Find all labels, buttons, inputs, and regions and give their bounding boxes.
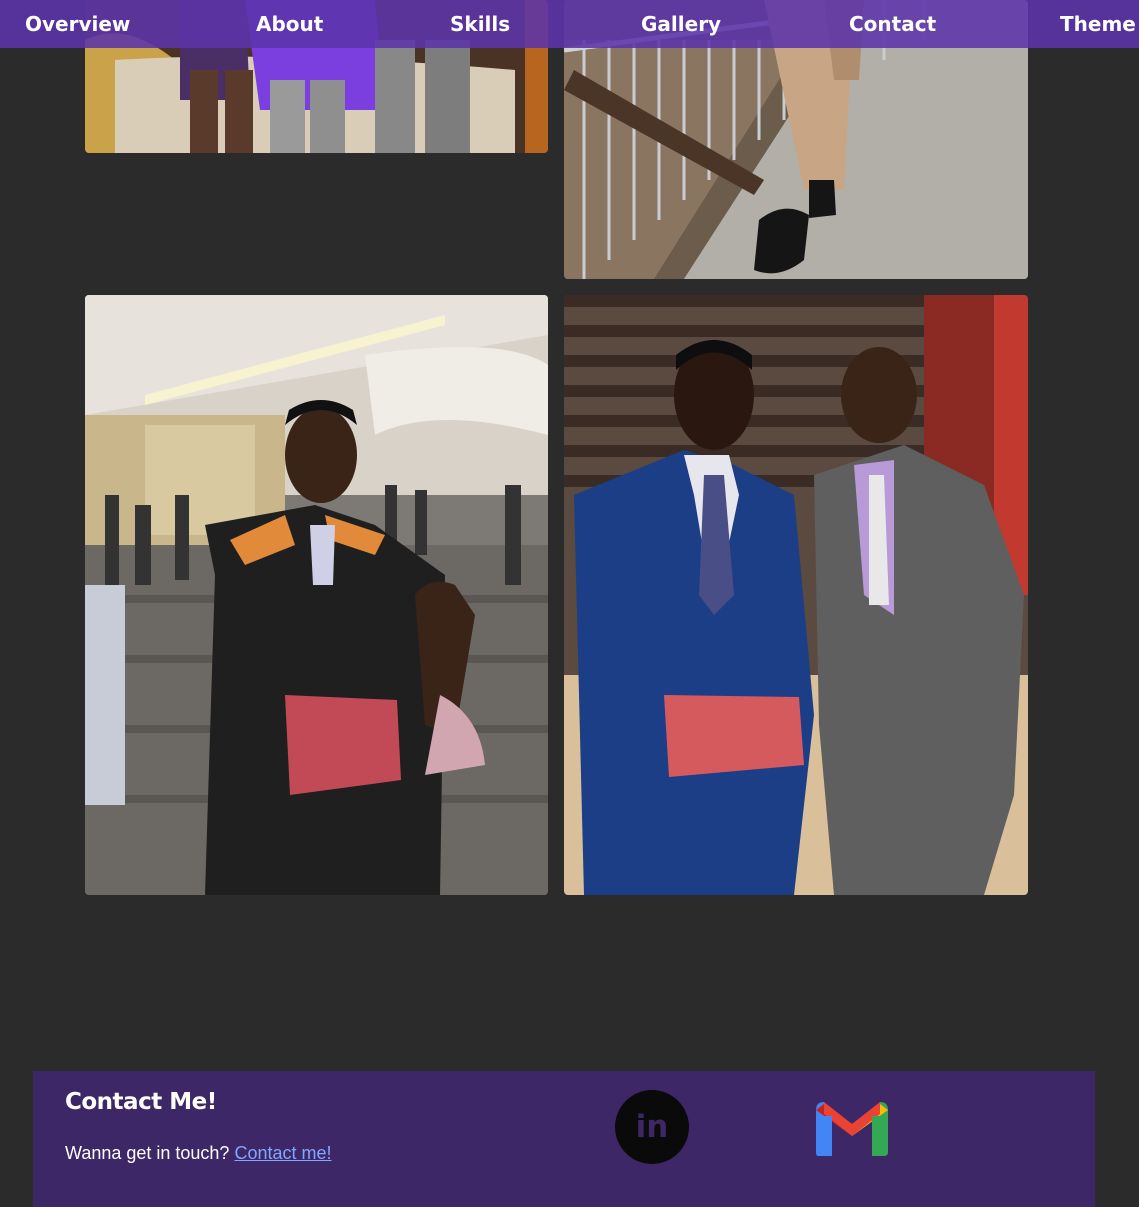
contact-link[interactable]: Contact me! [234, 1143, 331, 1163]
linkedin-button[interactable]: in [615, 1090, 689, 1164]
nav-theme[interactable]: Theme [1060, 0, 1136, 48]
graduation-gown-photo [85, 295, 548, 895]
gmail-icon [816, 1102, 888, 1156]
contact-footer: Contact Me! Wanna get in touch? Contact … [33, 1071, 1095, 1207]
contact-text: Wanna get in touch? Contact me! [65, 1143, 332, 1164]
contact-title: Contact Me! [65, 1089, 217, 1115]
nav-gallery[interactable]: Gallery [641, 0, 721, 48]
graduation-suit-photo [564, 295, 1028, 895]
gmail-button[interactable] [816, 1102, 888, 1156]
nav-skills[interactable]: Skills [450, 0, 510, 48]
nav-overview[interactable]: Overview [25, 0, 130, 48]
top-nav: Overview About Skills Gallery Contact Th… [0, 0, 1139, 48]
contact-prompt: Wanna get in touch? [65, 1143, 230, 1163]
linkedin-icon: in [635, 1109, 669, 1145]
photo-graduate-with-father [564, 295, 1028, 895]
photo-graduate-in-gown [85, 295, 548, 895]
nav-contact[interactable]: Contact [849, 0, 936, 48]
nav-about[interactable]: About [256, 0, 323, 48]
